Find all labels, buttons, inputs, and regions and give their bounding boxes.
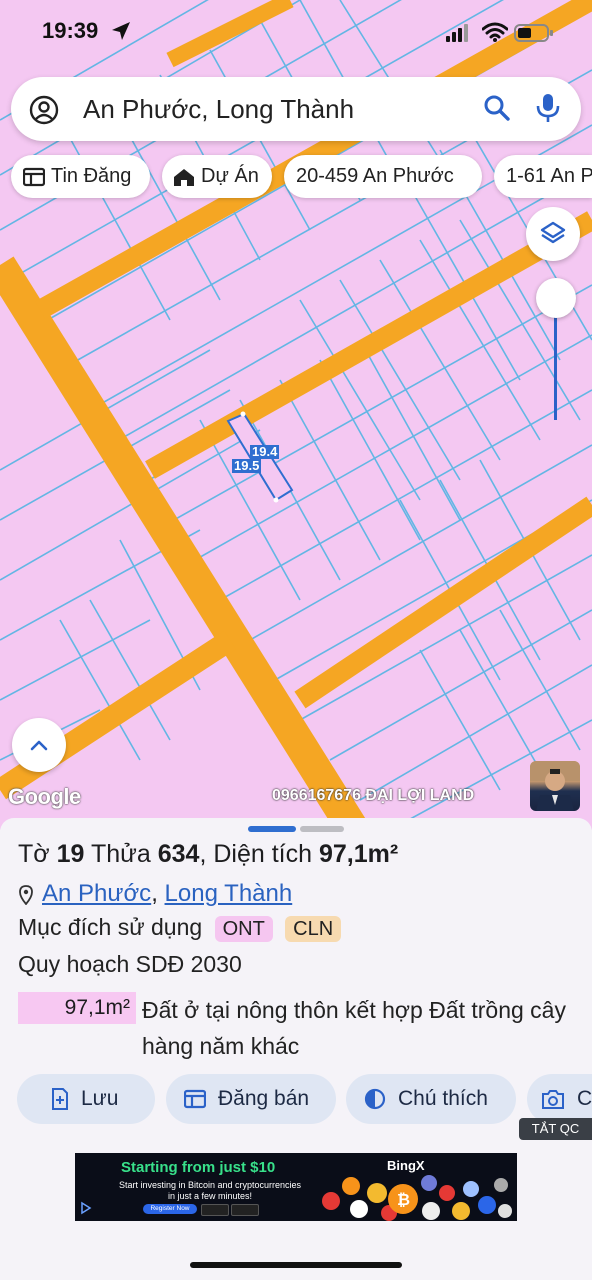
account-icon[interactable] (29, 95, 59, 125)
usage-label: Mục đích sử dụng (18, 914, 203, 940)
plan-area-swatch: 97,1m² (18, 992, 136, 1024)
google-logo: Google (8, 784, 81, 809)
battery-icon (514, 24, 553, 42)
usage-row: Mục đích sử dụng ONT CLN (18, 914, 342, 942)
chip-label: 20-459 An Phước (296, 165, 454, 187)
location-arrow-icon (112, 22, 130, 40)
sheet-handle-active[interactable] (248, 826, 296, 832)
ward-link[interactable]: An Phước (42, 880, 151, 907)
parcel-dimension-label: 19.4 (250, 444, 280, 459)
post-sale-button[interactable]: Đăng bán (166, 1074, 336, 1124)
sheet-handle[interactable] (300, 826, 344, 832)
ad-cta-button[interactable]: Register Now (143, 1204, 197, 1214)
parcel-dimension-label: 19.5 (232, 458, 262, 473)
layers-icon (540, 221, 566, 244)
svg-text:₿: ₿ (397, 1190, 410, 1209)
zoom-slider-knob[interactable] (536, 278, 576, 318)
chip-label: Dự Án (201, 165, 259, 187)
crypto-coins-graphic: ₿ (322, 1175, 512, 1221)
chip-tin-dang[interactable]: Tin Đăng (11, 155, 150, 198)
google-play-badge (201, 1204, 229, 1216)
zoom-slider-track[interactable] (554, 300, 557, 420)
ad-banner[interactable]: Starting from just $10 Start investing i… (75, 1153, 517, 1221)
parcel-address: An Phước, Long Thành (18, 880, 292, 908)
plan-description: Đất ở tại nông thôn kết hợp Đất trồng câ… (142, 997, 566, 1059)
chip-label: 1-61 An P (506, 165, 592, 187)
contrast-icon (364, 1089, 386, 1110)
chip-label: Tin Đăng (51, 165, 132, 187)
chip-address-1[interactable]: 20-459 An Phước (284, 155, 482, 198)
app-store-badge (231, 1204, 259, 1216)
ad-subtext: Start investing in Bitcoin and cryptocur… (118, 1180, 302, 1201)
house-icon (174, 168, 194, 186)
usage-tag-cln: CLN (285, 916, 342, 942)
clock: 19:39 (42, 18, 99, 43)
ad-choices-icon[interactable] (79, 1201, 93, 1215)
chip-du-an[interactable]: Dự Án (162, 155, 272, 198)
close-ad-button[interactable]: TẮT QC (519, 1118, 592, 1140)
newspaper-icon (23, 167, 45, 186)
save-button[interactable]: Lưu (17, 1074, 155, 1124)
district-link[interactable]: Long Thành (165, 880, 293, 907)
plan-label: Quy hoạch SDĐ 2030 (18, 951, 242, 977)
wifi-icon (482, 22, 508, 42)
home-indicator[interactable] (190, 1262, 402, 1268)
location-pin-icon (19, 884, 33, 906)
watermark-text: 0966167676 ĐẠI LỢI LAND (272, 787, 475, 804)
cellular-signal-icon (446, 24, 468, 42)
search-bar[interactable]: An Phước, Long Thành (11, 77, 581, 141)
parcel-title: Tờ 19 Thửa 634, Diện tích 97,1m² (18, 840, 399, 868)
photo-button[interactable]: C (527, 1074, 592, 1124)
ad-headline: Starting from just $10 (121, 1159, 276, 1176)
agent-photo (530, 761, 580, 811)
camera-icon (542, 1090, 564, 1110)
search-icon[interactable] (483, 94, 511, 122)
chevron-up-icon (30, 740, 48, 751)
chip-address-2[interactable]: 1-61 An P (494, 155, 592, 198)
usage-tag-ont: ONT (214, 916, 273, 942)
expand-sheet-button[interactable] (12, 718, 66, 772)
microphone-icon[interactable] (535, 92, 561, 124)
status-bar: 19:39 (0, 0, 592, 66)
newspaper-icon (184, 1090, 206, 1109)
legend-button[interactable]: Chú thích (346, 1074, 516, 1124)
add-file-icon (52, 1088, 68, 1111)
layers-button[interactable] (526, 207, 580, 261)
search-query[interactable]: An Phước, Long Thành (83, 94, 354, 125)
